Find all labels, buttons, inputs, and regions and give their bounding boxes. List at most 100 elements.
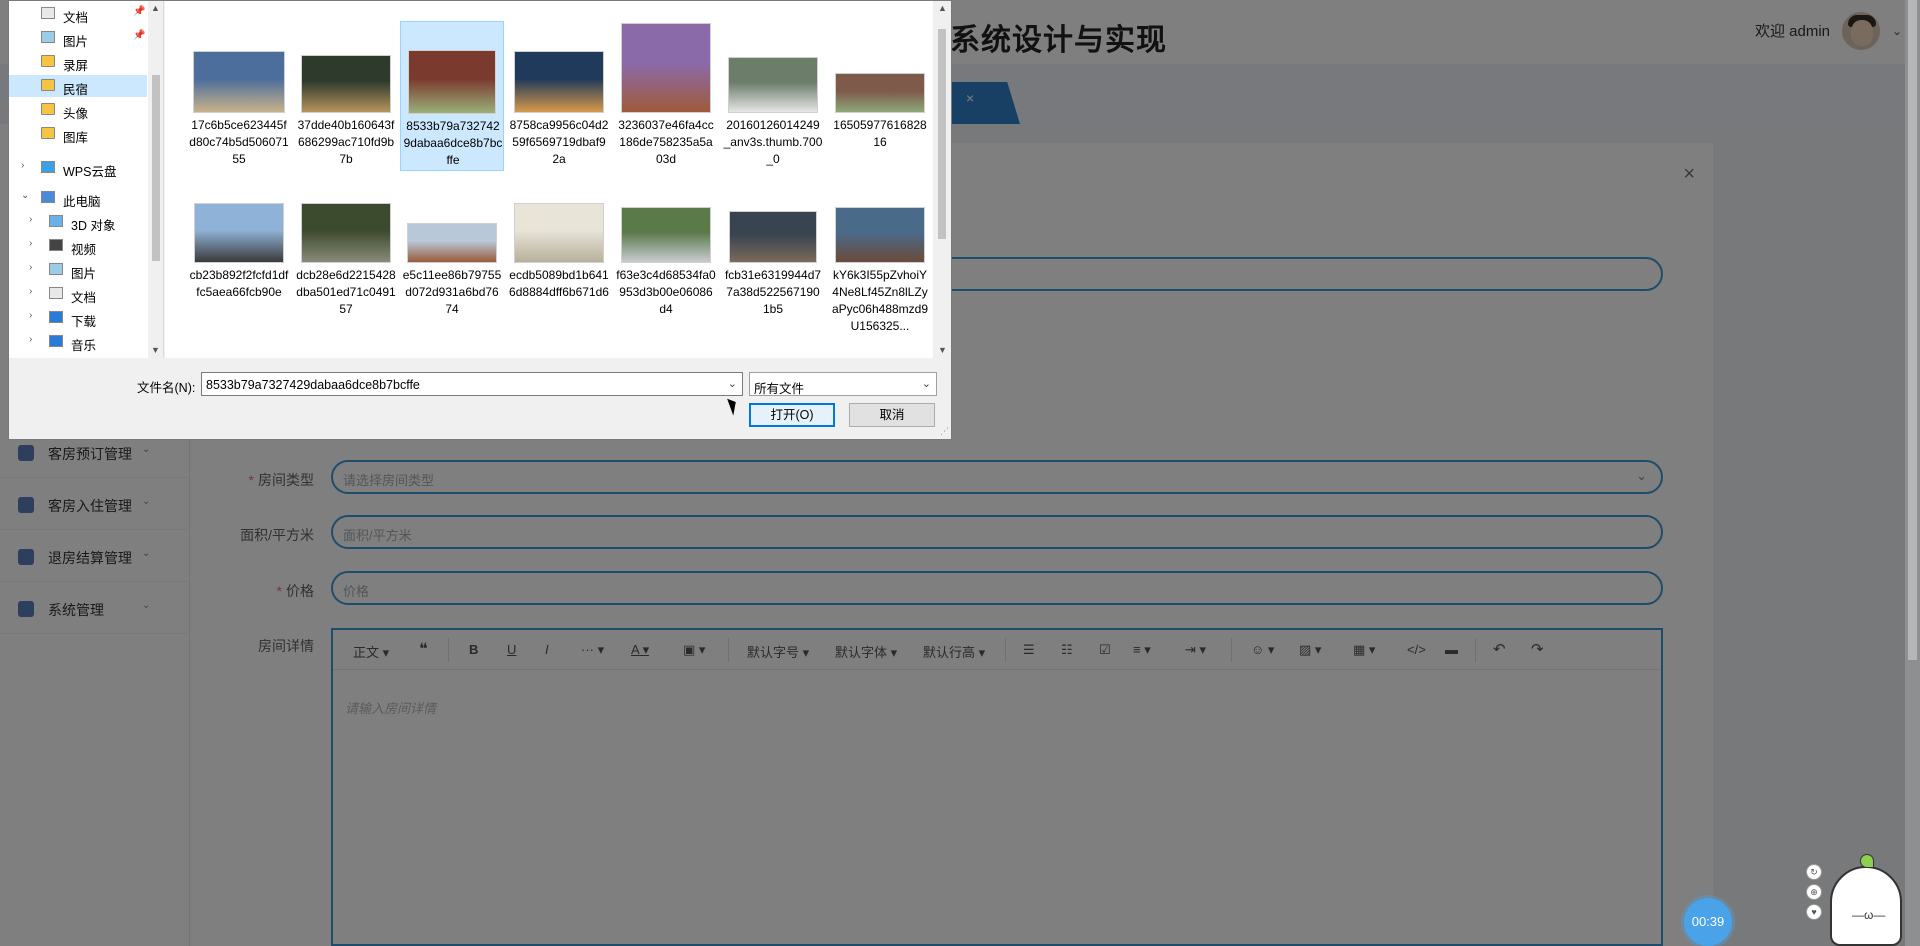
nav-item-label: 文档 <box>71 291 97 305</box>
chevron-down-icon[interactable]: ⌄ <box>728 377 737 390</box>
nav-item-label: 音乐 <box>71 339 97 353</box>
download-icon <box>49 311 63 323</box>
chevron-right-icon[interactable]: › <box>29 310 32 321</box>
nav-item-label: 图片 <box>71 267 97 281</box>
file-item[interactable]: f63e3c4d68534fa0953d3b00e06086d4 <box>614 171 718 321</box>
cube-icon <box>49 215 63 227</box>
filename-value: 8533b79a7327429dabaa6dce8b7bcffe <box>206 378 420 392</box>
grid-icon[interactable]: ⊕ <box>1806 884 1822 900</box>
document-icon <box>49 287 63 299</box>
file-item[interactable]: cb23b892f2fcfd1dffc5aea66fcb90e <box>187 171 291 321</box>
file-thumbnail <box>835 207 925 263</box>
folder-icon <box>41 55 55 67</box>
file-item[interactable]: fcb31e6319944d77a38d5225671901b5 <box>721 171 825 321</box>
file-name: ecdb5089bd1b6416d8884dff6b671d6 <box>509 268 609 299</box>
nav-item-label: 民宿 <box>63 83 89 97</box>
file-name: 3236037e46fa4cc186de758235a5a03d <box>618 118 714 166</box>
file-item[interactable]: 8533b79a7327429dabaa6dce8b7bcffe <box>400 21 504 171</box>
mascot-icon[interactable]: —ω— <box>1830 854 1902 946</box>
nav-item-label: 图片 <box>63 35 89 49</box>
file-thumbnail <box>301 203 391 263</box>
file-item[interactable]: kY6k3I55pZvhoiY4Ne8Lf45Zn8lLZyaPyc06h488… <box>828 171 932 333</box>
file-item[interactable]: 17c6b5ce623445fd80c74b5d50607155 <box>187 21 291 171</box>
file-item[interactable]: 37dde40b160643f686299ac710fd9b7b <box>294 21 398 171</box>
nav-item[interactable]: › 下载 <box>9 307 147 329</box>
nav-item[interactable]: 图片 📌 <box>9 27 147 49</box>
chevron-right-icon[interactable]: › <box>21 160 24 171</box>
nav-item[interactable]: › 视频 <box>9 235 147 257</box>
nav-item-label: 文档 <box>63 11 89 25</box>
file-list-scrollbar[interactable]: ▲ ▼ <box>933 1 951 358</box>
file-name: 37dde40b160643f686299ac710fd9b7b <box>297 118 395 166</box>
nav-item[interactable]: ⌄ 此电脑 <box>9 187 147 209</box>
video-icon <box>49 239 63 251</box>
computer-icon <box>41 191 55 203</box>
nav-item[interactable]: 录屏 <box>9 51 147 73</box>
picture-icon <box>49 263 63 275</box>
heart-icon[interactable]: ♥ <box>1806 904 1822 920</box>
nav-item[interactable]: › 文档 <box>9 283 147 305</box>
file-thumbnail <box>514 203 604 263</box>
cloud-icon <box>41 161 55 173</box>
file-name: cb23b892f2fcfd1dffc5aea66fcb90e <box>189 268 289 299</box>
nav-item-label: 3D 对象 <box>71 219 116 233</box>
nav-item[interactable]: › 图片 <box>9 259 147 281</box>
file-item[interactable]: 1650597761682816 <box>828 21 932 171</box>
refresh-icon[interactable]: ↻ <box>1806 864 1822 880</box>
nav-item[interactable]: › WPS云盘 <box>9 157 147 179</box>
nav-item[interactable]: 民宿 <box>9 75 147 97</box>
nav-item[interactable]: 图库 <box>9 123 147 145</box>
file-name: 8533b79a7327429dabaa6dce8b7bcffe <box>403 119 503 167</box>
filetype-select[interactable]: 所有文件 ⌄ <box>749 372 937 396</box>
file-name: 17c6b5ce623445fd80c74b5d50607155 <box>189 118 289 166</box>
file-thumbnail <box>301 55 391 113</box>
file-list: 17c6b5ce623445fd80c74b5d50607155 37dde40b… <box>165 1 933 358</box>
nav-item-label: WPS云盘 <box>63 165 117 179</box>
open-button[interactable]: 打开(O) <box>749 403 835 427</box>
file-thumbnail <box>729 211 817 263</box>
timer-badge[interactable]: 00:39 <box>1684 898 1732 946</box>
nav-item-label: 下载 <box>71 315 97 329</box>
file-item[interactable]: 8758ca9956c04d259f6569719dbaf92a <box>507 21 611 171</box>
file-name: e5c11ee86b79755d072d931a6bd7674 <box>402 268 502 316</box>
folder-icon <box>41 79 55 91</box>
nav-item-label: 图库 <box>63 131 89 145</box>
page-scrollbar[interactable] <box>1905 0 1920 946</box>
file-thumbnail <box>408 50 496 114</box>
chevron-right-icon[interactable]: › <box>29 262 32 273</box>
chevron-right-icon[interactable]: › <box>29 286 32 297</box>
nav-scrollbar[interactable]: ▲ ▼ <box>148 1 163 358</box>
file-name: kY6k3I55pZvhoiY4Ne8Lf45Zn8lLZyaPyc06h488… <box>831 268 929 333</box>
nav-item[interactable]: › 3D 对象 <box>9 211 147 233</box>
nav-item-label: 录屏 <box>63 59 89 73</box>
folder-icon <box>41 103 55 115</box>
file-item[interactable]: ecdb5089bd1b6416d8884dff6b671d6 <box>507 171 611 321</box>
filename-input[interactable]: 8533b79a7327429dabaa6dce8b7bcffe ⌄ <box>201 372 743 396</box>
file-thumbnail <box>835 73 925 113</box>
file-item[interactable]: 3236037e46fa4cc186de758235a5a03d <box>614 21 718 171</box>
file-name: f63e3c4d68534fa0953d3b00e06086d4 <box>616 268 716 316</box>
nav-item-label: 视频 <box>71 243 97 257</box>
chevron-right-icon[interactable]: › <box>29 214 32 225</box>
file-name: dcb28e6d2215428dba501ed71c049157 <box>296 268 396 316</box>
file-name: 8758ca9956c04d259f6569719dbaf92a <box>509 118 609 166</box>
nav-item[interactable]: 文档 📌 <box>9 3 147 25</box>
file-item[interactable]: 20160126014249_anv3s.thumb.700_0 <box>721 21 825 171</box>
pin-icon: 📌 <box>133 30 146 41</box>
nav-item[interactable]: 头像 <box>9 99 147 121</box>
file-open-dialog: — ▭ ● 文档📌图片📌录屏民宿头像图库›WPS云盘⌄此电脑›3D 对象›视频›… <box>8 0 952 440</box>
nav-item-label: 头像 <box>63 107 89 121</box>
file-item[interactable]: e5c11ee86b79755d072d931a6bd7674 <box>400 171 504 321</box>
pin-icon: 📌 <box>133 6 146 17</box>
file-thumbnail <box>193 51 285 113</box>
document-icon <box>41 7 55 19</box>
nav-item[interactable]: › 音乐 <box>9 331 147 353</box>
chevron-down-icon[interactable]: ⌄ <box>21 190 29 201</box>
resize-grip-icon[interactable]: ⋰ <box>940 426 949 437</box>
file-item[interactable]: dcb28e6d2215428dba501ed71c049157 <box>294 171 398 321</box>
file-thumbnail <box>514 51 604 113</box>
mascot-tools: ↻ ⊕ ♥ <box>1806 864 1822 924</box>
cancel-button[interactable]: 取消 <box>849 403 935 427</box>
chevron-right-icon[interactable]: › <box>29 334 32 345</box>
chevron-right-icon[interactable]: › <box>29 238 32 249</box>
